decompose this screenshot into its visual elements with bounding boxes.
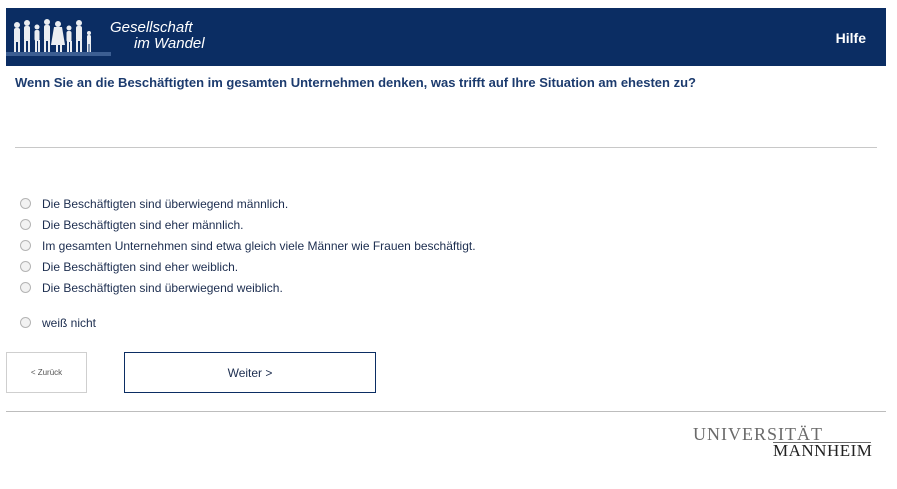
question-divider [15,147,877,148]
option-label[interactable]: Im gesamten Unternehmen sind etwa gleich… [42,239,476,253]
radio-button[interactable] [20,219,31,230]
logo-text: Gesellschaft im Wandel [110,20,205,52]
option-equal[interactable]: Im gesamten Unternehmen sind etwa gleich… [18,235,476,256]
answer-options: Die Beschäftigten sind überwiegend männl… [18,193,476,333]
radio-button[interactable] [20,261,31,272]
option-label[interactable]: Die Beschäftigten sind überwiegend weibl… [42,281,283,295]
logo-line-2: im Wandel [134,35,205,52]
header-bar: Gesellschaft im Wandel Hilfe [6,8,886,66]
option-label[interactable]: Die Beschäftigten sind eher weiblich. [42,260,238,274]
option-label[interactable]: weiß nicht [42,316,96,330]
option-mostly-male[interactable]: Die Beschäftigten sind überwiegend männl… [18,193,476,214]
option-label[interactable]: Die Beschäftigten sind überwiegend männl… [42,197,288,211]
option-label[interactable]: Die Beschäftigten sind eher männlich. [42,218,243,232]
next-button[interactable]: Weiter > [124,352,376,393]
question-text: Wenn Sie an die Beschäftigten im gesamte… [15,75,696,90]
back-button[interactable]: < Zurück [6,352,87,393]
radio-button[interactable] [20,240,31,251]
radio-button[interactable] [20,198,31,209]
logo-line-1: Gesellschaft [110,19,193,36]
radio-button[interactable] [20,282,31,293]
logo-city-word: MANNHEIM [773,441,873,460]
radio-button[interactable] [20,317,31,328]
option-mostly-female[interactable]: Die Beschäftigten sind überwiegend weibl… [18,277,476,298]
universitaet-mannheim-logo: UNIVERSITÄT MANNHEIM [693,424,873,462]
gesellschaft-im-wandel-logo: Gesellschaft im Wandel [6,8,221,66]
footer-divider [6,411,886,412]
help-link[interactable]: Hilfe [836,30,866,46]
option-rather-female[interactable]: Die Beschäftigten sind eher weiblich. [18,256,476,277]
option-dont-know[interactable]: weiß nicht [18,312,476,333]
option-rather-male[interactable]: Die Beschäftigten sind eher männlich. [18,214,476,235]
people-silhouette-icon [6,19,111,56]
